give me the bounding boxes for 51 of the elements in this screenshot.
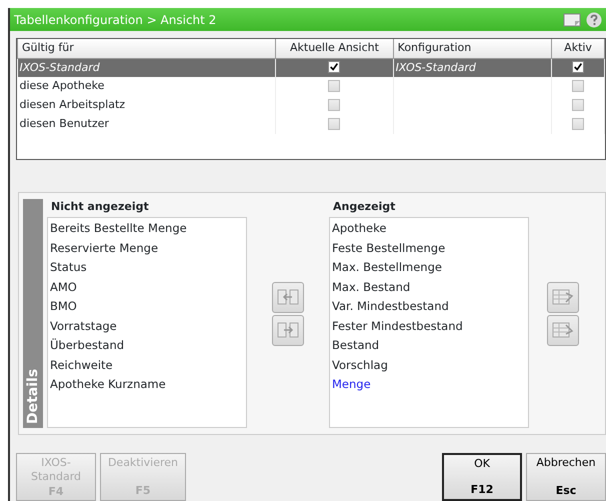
- footer-button[interactable]: OK F12: [442, 453, 522, 501]
- list-item[interactable]: Bestand: [332, 337, 526, 356]
- checkbox[interactable]: [572, 61, 584, 74]
- table-arrow-icon: [552, 320, 574, 340]
- window-title: Tabellenkonfiguration > Ansicht 2: [14, 12, 218, 28]
- move-left-button[interactable]: [272, 282, 304, 312]
- note-icon[interactable]: [563, 12, 584, 28]
- list-item[interactable]: Var. Mindestbestand: [332, 298, 526, 318]
- list-title: Angezeigt: [332, 199, 396, 215]
- list-item[interactable]: Reservierte Menge: [50, 240, 244, 259]
- list-title: Nicht angezeigt: [50, 199, 150, 215]
- list-item[interactable]: Apotheke Kurzname: [50, 376, 244, 396]
- list-item[interactable]: Vorschlag: [332, 356, 526, 376]
- list-item[interactable]: BMO: [50, 298, 244, 318]
- column-header[interactable]: Gültig für: [18, 39, 276, 58]
- section-label: Details: [23, 199, 43, 428]
- table-arrow-icon: [552, 287, 574, 307]
- footer-button[interactable]: Abbrechen Esc: [526, 453, 606, 501]
- list-item[interactable]: Vorratstage: [50, 318, 244, 337]
- list-item[interactable]: Überbestand: [50, 337, 244, 356]
- list-item[interactable]: Max. Bestand: [332, 278, 526, 298]
- checkbox[interactable]: [328, 118, 340, 130]
- list-item[interactable]: Max. Bestellmenge: [332, 259, 526, 278]
- table-cell: diesen Arbeitsplatz: [18, 96, 276, 115]
- checkbox[interactable]: [328, 61, 340, 74]
- column-header[interactable]: Aktuelle Ansicht: [276, 39, 394, 58]
- move-columns-icon: [277, 287, 299, 307]
- checkbox[interactable]: [572, 118, 584, 130]
- move-right-button[interactable]: [272, 314, 304, 346]
- checkbox[interactable]: [572, 80, 584, 92]
- help-icon[interactable]: [586, 12, 602, 28]
- checkbox[interactable]: [328, 99, 340, 112]
- list-item[interactable]: Feste Bestellmenge: [332, 240, 526, 259]
- move-columns-icon: [277, 320, 299, 340]
- list-item[interactable]: AMO: [50, 278, 244, 298]
- table-cell: IXOS-Standard: [393, 58, 552, 77]
- list-item[interactable]: Apotheke: [332, 220, 526, 240]
- table-cell: diese Apotheke: [18, 77, 276, 96]
- list-item[interactable]: Reichweite: [50, 356, 244, 376]
- table-cell: IXOS-Standard: [18, 58, 276, 77]
- checkbox[interactable]: [328, 80, 340, 92]
- list-item[interactable]: Bereits Bestellte Menge: [50, 220, 244, 240]
- move-down-button[interactable]: [547, 314, 579, 346]
- checkbox[interactable]: [572, 99, 584, 112]
- list-item[interactable]: Fester Mindestbestand: [332, 318, 526, 337]
- move-up-button[interactable]: [547, 282, 579, 312]
- column-header[interactable]: Konfiguration: [393, 39, 552, 58]
- list-item[interactable]: Status: [50, 259, 244, 278]
- list-item[interactable]: Menge: [332, 376, 526, 396]
- column-header[interactable]: Aktiv: [552, 39, 604, 58]
- table-cell: diesen Benutzer: [18, 115, 276, 134]
